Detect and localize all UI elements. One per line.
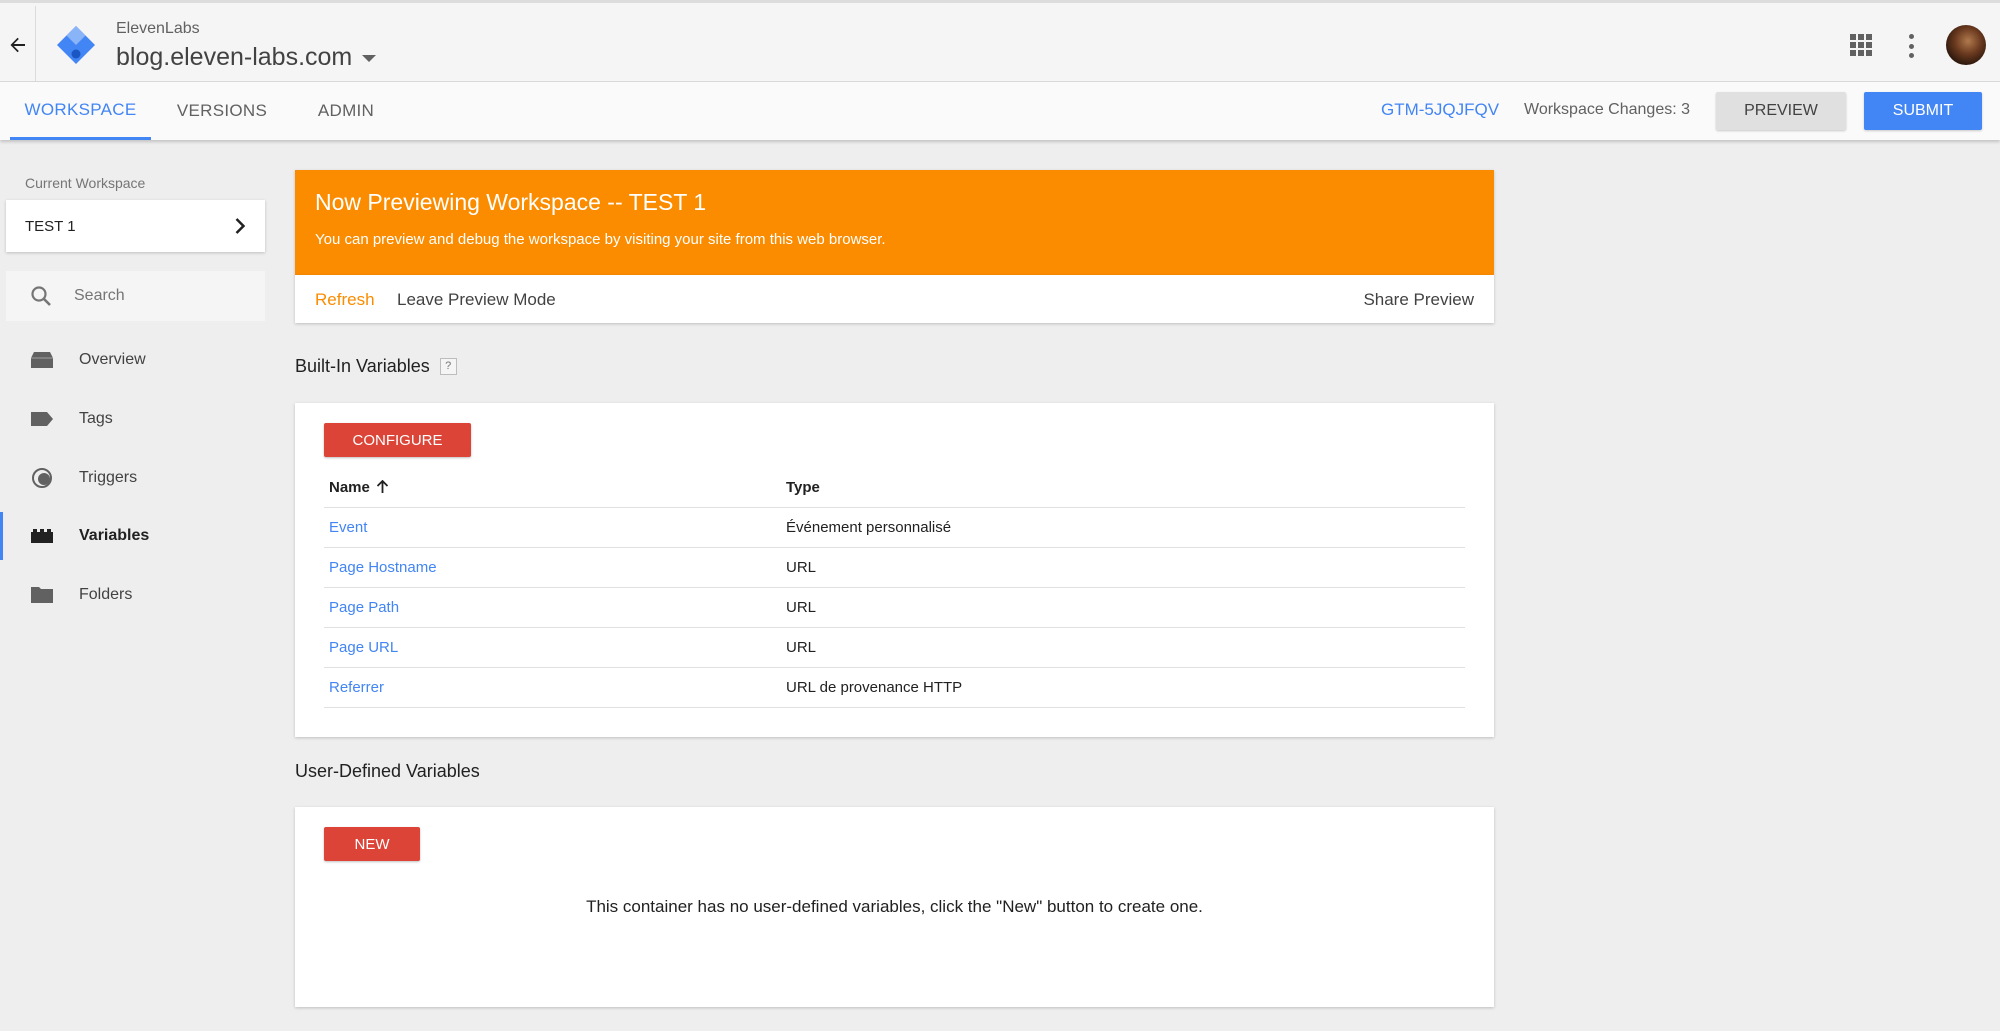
table-row: Referrer URL de provenance HTTP bbox=[324, 668, 1465, 708]
preview-banner: Now Previewing Workspace -- TEST 1 You c… bbox=[295, 170, 1494, 275]
avatar[interactable] bbox=[1946, 25, 1986, 65]
name-column-header[interactable]: Name bbox=[329, 479, 389, 496]
built-in-variables-table: Name Type Event Événement personnalisé P… bbox=[324, 468, 1465, 708]
back-button[interactable] bbox=[0, 6, 36, 84]
variables-icon bbox=[31, 529, 53, 543]
variable-name-link[interactable]: Page Hostname bbox=[329, 559, 437, 576]
arrow-back-icon bbox=[10, 37, 25, 53]
chevron-right-icon bbox=[235, 218, 245, 234]
sidebar-item-label: Folders bbox=[79, 586, 133, 603]
top-app-bar: ElevenLabs blog.eleven-labs.com bbox=[0, 0, 2000, 84]
built-in-variables-card: CONFIGURE Name Type Event Événement pers… bbox=[295, 403, 1494, 737]
empty-state-message: This container has no user-defined varia… bbox=[586, 897, 1203, 916]
sidebar-item-label: Tags bbox=[79, 410, 113, 427]
preview-banner-actions: Refresh Leave Preview Mode Share Preview bbox=[295, 275, 1494, 323]
share-preview-link[interactable]: Share Preview bbox=[1363, 290, 1474, 310]
container-name: blog.eleven-labs.com bbox=[116, 43, 353, 71]
caret-down-icon bbox=[362, 55, 377, 62]
tab-workspace[interactable]: WORKSPACE bbox=[10, 82, 151, 140]
refresh-link[interactable]: Refresh bbox=[315, 290, 375, 310]
gtm-logo-icon bbox=[57, 26, 95, 64]
variable-name-link[interactable]: Page Path bbox=[329, 599, 399, 616]
tab-admin[interactable]: ADMIN bbox=[305, 82, 387, 140]
arrow-up-icon bbox=[376, 480, 388, 493]
submit-button[interactable]: SUBMIT bbox=[1864, 92, 1982, 130]
current-workspace-label: Current Workspace bbox=[25, 175, 146, 191]
preview-banner-title: Now Previewing Workspace -- TEST 1 bbox=[315, 189, 707, 215]
sidebar-search[interactable]: Search bbox=[6, 271, 265, 321]
variable-type: Événement personnalisé bbox=[786, 519, 952, 536]
variable-type: URL bbox=[786, 599, 817, 616]
workspace-changes-count: Workspace Changes: 3 bbox=[1524, 101, 1691, 118]
variable-name-link[interactable]: Event bbox=[329, 519, 367, 536]
built-in-variables-heading: Built-In Variables ? bbox=[295, 356, 457, 377]
sidebar-item-triggers[interactable]: Triggers bbox=[0, 454, 265, 502]
current-workspace-name: TEST 1 bbox=[25, 217, 76, 235]
name-column-label: Name bbox=[329, 479, 370, 496]
tab-versions[interactable]: VERSIONS bbox=[170, 82, 274, 140]
sidebar-item-label: Triggers bbox=[79, 469, 138, 486]
variable-type: URL de provenance HTTP bbox=[786, 679, 963, 696]
search-icon bbox=[31, 286, 51, 306]
variable-name-link[interactable]: Page URL bbox=[329, 639, 398, 656]
user-defined-variables-title: User-Defined Variables bbox=[295, 761, 480, 781]
table-row: Page Hostname URL bbox=[324, 548, 1465, 588]
help-icon[interactable]: ? bbox=[439, 358, 457, 375]
type-column-header: Type bbox=[786, 479, 820, 496]
overview-icon bbox=[31, 352, 53, 368]
workspace-nav: WORKSPACE VERSIONS ADMIN bbox=[0, 82, 2000, 140]
table-row: Page URL URL bbox=[324, 628, 1465, 668]
new-variable-button[interactable]: NEW bbox=[324, 827, 420, 861]
sidebar-item-overview[interactable]: Overview bbox=[0, 336, 265, 384]
sidebar-item-tags[interactable]: Tags bbox=[0, 395, 265, 443]
preview-banner-subtitle: You can preview and debug the workspace … bbox=[315, 231, 886, 248]
leave-preview-link[interactable]: Leave Preview Mode bbox=[397, 290, 556, 310]
apps-grid-icon[interactable] bbox=[1850, 34, 1872, 56]
current-workspace-selector[interactable]: TEST 1 bbox=[6, 200, 265, 252]
variable-type: URL bbox=[786, 639, 817, 656]
folder-icon bbox=[31, 587, 53, 603]
built-in-variables-title: Built-In Variables bbox=[295, 356, 430, 376]
table-row: Event Événement personnalisé bbox=[324, 508, 1465, 548]
sidebar-item-label: Variables bbox=[79, 527, 150, 544]
sidebar-item-label: Overview bbox=[79, 351, 146, 368]
container-id-link[interactable]: GTM-5JQJFQV bbox=[1381, 100, 1499, 120]
sidebar-item-variables[interactable]: Variables bbox=[0, 512, 265, 560]
container-selector[interactable]: blog.eleven-labs.com bbox=[116, 43, 377, 72]
configure-button[interactable]: CONFIGURE bbox=[324, 423, 471, 457]
table-row: Page Path URL bbox=[324, 588, 1465, 628]
table-header-row: Name Type bbox=[324, 468, 1465, 508]
variable-type: URL bbox=[786, 559, 817, 576]
user-defined-variables-card: NEW This container has no user-defined v… bbox=[295, 807, 1494, 1007]
tag-icon bbox=[31, 412, 53, 426]
search-input[interactable]: Search bbox=[74, 287, 125, 305]
trigger-icon bbox=[32, 468, 52, 488]
user-defined-variables-heading: User-Defined Variables bbox=[295, 761, 480, 782]
variable-name-link[interactable]: Referrer bbox=[329, 679, 384, 696]
account-name: ElevenLabs bbox=[116, 20, 200, 37]
sidebar-item-folders[interactable]: Folders bbox=[0, 571, 265, 619]
more-vert-icon[interactable] bbox=[1907, 34, 1915, 58]
preview-button[interactable]: PREVIEW bbox=[1716, 92, 1846, 130]
